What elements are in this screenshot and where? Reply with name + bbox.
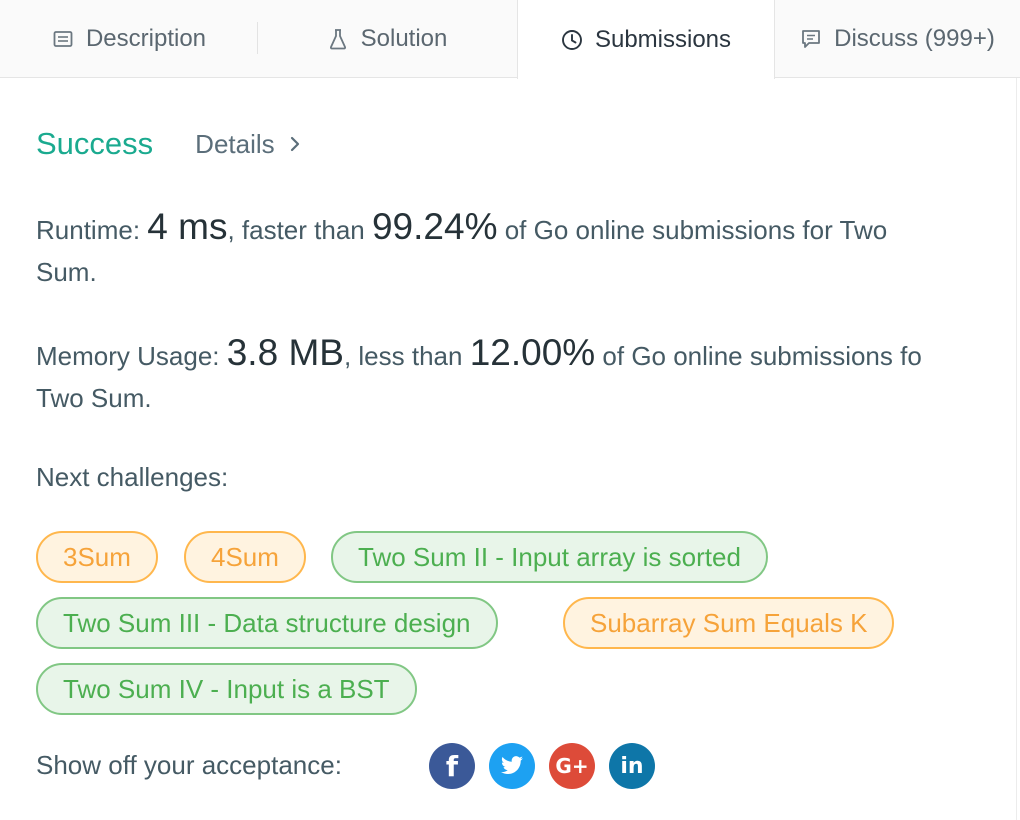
runtime-percentile: 99.24% [371,206,498,247]
clock-icon [561,29,583,51]
facebook-icon: f [445,749,459,783]
tab-label: Discuss (999+) [834,25,995,52]
share-label: Show off your acceptance: [36,750,342,780]
memory-percentile: 12.00% [469,332,596,373]
tab-solution[interactable]: Solution [258,0,516,78]
runtime-label: Runtime: [36,215,148,245]
memory-label: Memory Usage: [36,341,227,371]
twitter-icon [501,756,523,775]
challenge-chip[interactable]: Two Sum II - Input array is sorted [331,531,768,583]
runtime-stat: Runtime: 4 ms, faster than 99.24% of Go … [36,206,1004,293]
tab-description[interactable]: Description [0,0,258,78]
challenge-chip[interactable]: Subarray Sum Equals K [563,597,895,649]
challenge-title: Two Sum III - Data structure design [63,607,471,638]
google-plus-icon: G+ [555,754,589,778]
details-label: Details [195,128,275,159]
challenge-title: Two Sum II - Input array is sorted [358,541,741,572]
status-success: Success [36,126,154,161]
runtime-tail: of Go online submissions for Two [497,215,888,245]
details-link[interactable]: Details [195,129,300,160]
challenge-title: Subarray Sum Equals K [590,607,868,638]
panel-edge [1016,78,1017,820]
linkedin-share-button[interactable]: in [609,743,655,789]
next-challenges-label: Next challenges: [36,462,229,492]
memory-stat: Memory Usage: 3.8 MB, less than 12.00% o… [36,332,1020,419]
memory-tail: of Go online submissions fo [595,341,922,371]
tab-label: Description [85,25,207,52]
twitter-share-button[interactable] [489,743,535,789]
challenge-title: Two Sum IV - Input is a BST [63,673,390,704]
runtime-value: 4 ms [147,206,228,247]
tab-submissions[interactable]: Submissions [517,0,775,79]
memory-tail-2: Two Sum. [36,383,152,413]
challenge-title: 4Sum [211,541,279,572]
comment-icon [800,28,822,50]
runtime-mid: , faster than [227,215,372,245]
google-plus-share-button[interactable]: G+ [549,743,595,789]
tab-label: Submissions [594,25,732,53]
challenge-title: 3Sum [63,541,131,572]
tab-bar: Description Solution Submissions Discuss… [0,0,1020,79]
memory-mid: , less than [343,341,470,371]
challenge-chip[interactable]: Two Sum III - Data structure design [36,597,498,649]
tab-discuss[interactable]: Discuss (999+) [775,0,1020,78]
flask-icon [327,28,349,50]
description-icon [52,28,74,50]
runtime-tail-2: Sum. [36,257,97,287]
challenge-chip[interactable]: Two Sum IV - Input is a BST [36,663,417,715]
chevron-right-icon [290,136,299,152]
linkedin-icon: in [620,753,644,779]
challenge-chip[interactable]: 3Sum [36,531,158,583]
tab-label: Solution [360,25,448,52]
memory-value: 3.8 MB [226,332,344,373]
facebook-share-button[interactable]: f [429,743,475,789]
result-header: Success Details [36,118,301,170]
challenge-chip[interactable]: 4Sum [184,531,306,583]
